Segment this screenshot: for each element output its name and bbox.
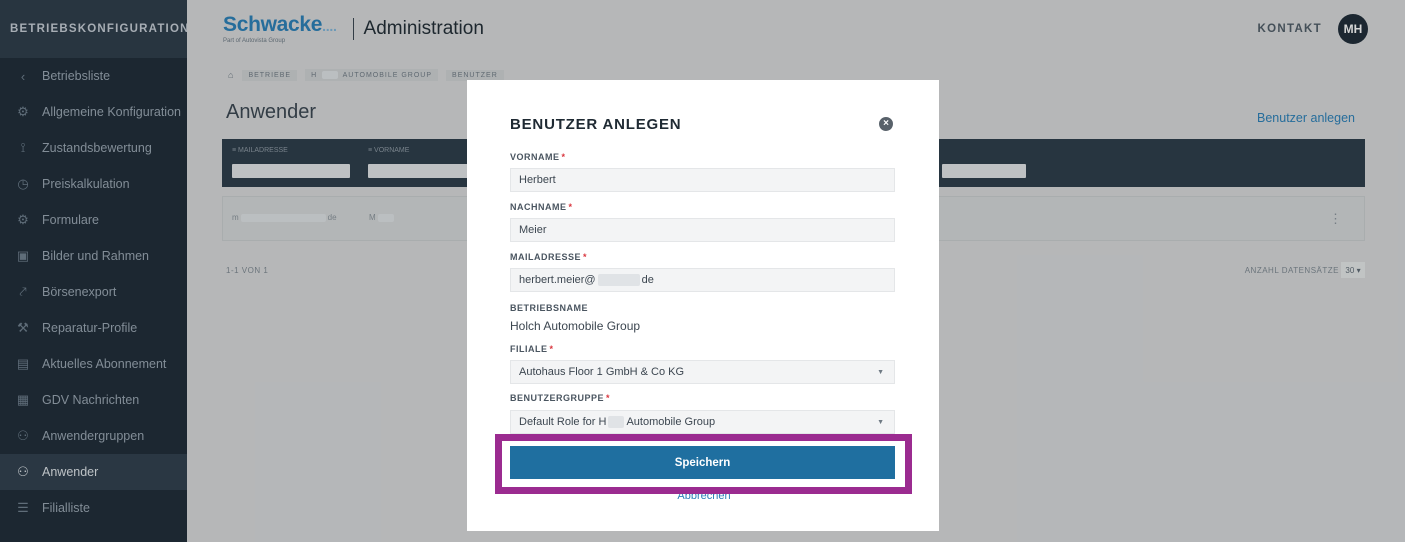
company-label: BETRIEBSNAME: [510, 303, 589, 313]
lastname-label: NACHNAME *: [510, 202, 573, 212]
chevron-down-icon: ▼: [877, 368, 884, 376]
branch-label: FILIALE *: [510, 344, 554, 354]
usergroup-label: BENUTZERGRUPPE *: [510, 393, 610, 403]
required-marker: *: [583, 252, 588, 262]
close-icon[interactable]: ×: [879, 117, 893, 131]
lastname-label-text: NACHNAME: [510, 202, 567, 212]
save-button[interactable]: Speichern: [510, 446, 895, 479]
lastname-field[interactable]: Meier: [510, 218, 895, 242]
mail-field[interactable]: herbert.meier@ de: [510, 268, 895, 292]
mail-value-start: herbert.meier@: [519, 274, 596, 286]
mail-value-end: de: [641, 274, 654, 286]
chevron-down-icon: ▼: [877, 418, 884, 426]
firstname-label-text: VORNAME: [510, 152, 560, 162]
usergroup-value-start: Default Role for H: [519, 416, 607, 428]
branch-select[interactable]: Autohaus Floor 1 GmbH & Co KG ▼: [510, 360, 895, 384]
dialog-title: BENUTZER ANLEGEN: [510, 116, 682, 133]
usergroup-select[interactable]: Default Role for H Automobile Group ▼: [510, 410, 895, 434]
required-marker: *: [549, 344, 554, 354]
mail-label: MAILADRESSE *: [510, 252, 587, 262]
redacted-text: [608, 416, 625, 428]
mail-label-text: MAILADRESSE: [510, 252, 582, 262]
firstname-label: VORNAME *: [510, 152, 566, 162]
company-value: Holch Automobile Group: [510, 319, 641, 333]
required-marker: *: [606, 393, 611, 403]
usergroup-value-end: Automobile Group: [626, 416, 716, 428]
required-marker: *: [568, 202, 573, 212]
branch-label-text: FILIALE: [510, 344, 548, 354]
firstname-field[interactable]: Herbert: [510, 168, 895, 192]
usergroup-label-text: BENUTZERGRUPPE: [510, 393, 605, 403]
redacted-text: [597, 274, 640, 286]
app-root: BETRIEBSKONFIGURATION ‹ Betriebsliste ⚙ All…: [0, 0, 1405, 542]
branch-select-value: Autohaus Floor 1 GmbH & Co KG: [519, 366, 685, 378]
required-marker: *: [561, 152, 566, 162]
